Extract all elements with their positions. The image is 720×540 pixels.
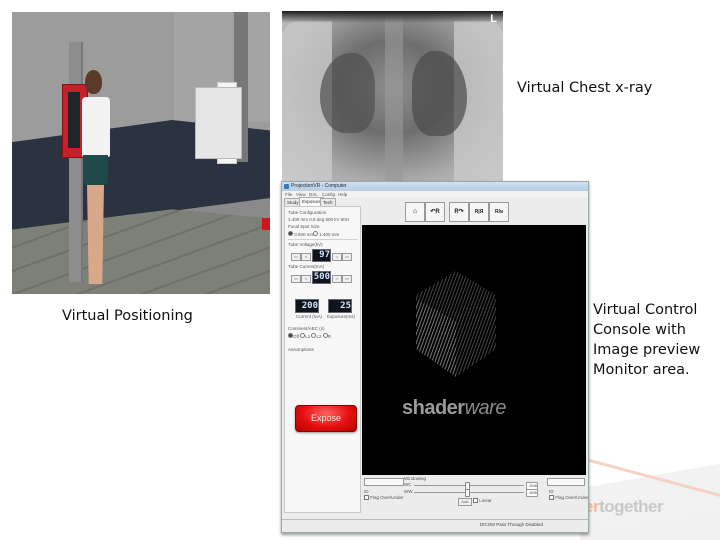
- current-label: Current (mA): [296, 314, 323, 319]
- patient-head: [85, 70, 102, 94]
- tube-config-value: 1.400 mm 0.8 deg 800 kV 80H: [288, 217, 350, 222]
- ma-decrease-button[interactable]: <: [301, 275, 311, 283]
- focal-spot-label: Focal Spot Size: [288, 224, 320, 229]
- checkbox[interactable]: [473, 498, 478, 504]
- windowing-label: Windowing: [404, 476, 427, 481]
- dicom-status-text: DICOM Pass Through Disabled: [480, 522, 543, 527]
- logo-light-part: ware: [464, 397, 507, 419]
- tube-current-display: 500: [312, 271, 331, 284]
- home-view-button[interactable]: ⌂: [405, 202, 425, 222]
- shaderware-cube-logo: [416, 271, 496, 377]
- aec-label: Comment/AEC (s): [288, 326, 325, 331]
- aec-option-label: L1: [305, 334, 311, 339]
- rotate-left-icon: ↶R: [430, 209, 440, 215]
- exposure-panel: Tube Configuration 1.400 mm 0.8 deg 800 …: [284, 206, 361, 513]
- aec-options: Off L1 L2 R: [288, 333, 331, 339]
- window-titlebar[interactable]: ProjectionVR - Computer: [282, 182, 588, 191]
- kv-increase-button[interactable]: >: [332, 253, 342, 261]
- aec-option-label: Off: [293, 334, 299, 339]
- assumptions-label: Assumptions: [288, 347, 314, 352]
- kv-decrease-large-button[interactable]: <<: [291, 253, 301, 261]
- aec-option-label: R: [327, 334, 331, 339]
- xray-side-marker: L: [490, 13, 497, 25]
- patient-shorts: [83, 155, 108, 185]
- xray-tube: [195, 87, 242, 159]
- tube-config-label: Tube Configuration: [288, 210, 327, 215]
- patient-legs: [87, 184, 104, 284]
- slide-brand-text: ertogether: [584, 497, 664, 517]
- tube-voltage-label: Tube Voltage(kV): [288, 242, 323, 247]
- flip-vertical-button[interactable]: R/ᴚ: [489, 202, 509, 222]
- focal-spot-option-2[interactable]: 1.400 mm: [313, 231, 339, 237]
- home-icon: ⌂: [412, 208, 418, 215]
- menu-help[interactable]: Help: [338, 192, 347, 197]
- rotate-left-button[interactable]: ↶R: [425, 202, 445, 222]
- detector-panel: [68, 92, 80, 148]
- rotate-right-button[interactable]: R↷: [449, 202, 469, 222]
- virtual-positioning-scene: [12, 12, 270, 294]
- ww-value-input[interactable]: 4096: [526, 489, 538, 497]
- left-flag-checkbox[interactable]: Flag Over/Under: [364, 495, 404, 501]
- tab-tech-data[interactable]: Tech Data: [320, 198, 336, 212]
- detector-stand-pole: [69, 42, 83, 282]
- caption-console: Virtual Control Console with Image previ…: [593, 302, 701, 378]
- status-bar: DICOM Pass Through Disabled: [282, 519, 588, 530]
- rotate-right-icon: R↷: [454, 209, 464, 215]
- focal-spot-option-label: 1.400 mm: [319, 232, 340, 237]
- window-title: ProjectionVR - Computer: [291, 183, 347, 189]
- right-image-dropdown[interactable]: [547, 478, 585, 486]
- focal-spot-option-1[interactable]: 0.600 mm: [288, 231, 314, 237]
- shaderware-logo-text: shaderware: [402, 397, 506, 420]
- wc-label: WC: [404, 482, 412, 487]
- menu-file[interactable]: File: [285, 192, 292, 197]
- checkbox[interactable]: [549, 495, 554, 501]
- exposure-time-label: Exposure(ms): [327, 314, 356, 319]
- ma-increase-button[interactable]: >: [332, 275, 342, 283]
- radio-unselected[interactable]: [313, 231, 318, 236]
- app-icon: [284, 184, 289, 189]
- radio-selected[interactable]: [288, 231, 293, 236]
- expose-button[interactable]: Expose: [295, 405, 357, 432]
- windowing-controls: ID Flag Over/Under Windowing WC WW 2048 …: [362, 475, 589, 517]
- left-image-dropdown[interactable]: [364, 478, 404, 486]
- kv-decrease-button[interactable]: <: [301, 253, 311, 261]
- checkbox-label: Linear: [479, 498, 492, 503]
- patient-torso: [82, 97, 110, 157]
- flip-vertical-icon: R/ᴚ: [495, 209, 503, 215]
- linear-checkbox[interactable]: Linear: [473, 498, 492, 504]
- brand-rest-text: together: [599, 497, 664, 516]
- aec-option-label: L2: [316, 334, 322, 339]
- right-flag-checkbox[interactable]: Flag Over/Under: [549, 495, 589, 501]
- right-id-label: ID: [549, 489, 554, 494]
- xray-spine: [385, 11, 403, 181]
- tube-voltage-display: 97: [312, 249, 331, 262]
- tube-current-label: Tube Current(mA): [288, 264, 325, 269]
- image-preview-monitor: shaderware: [362, 225, 586, 475]
- flip-horizontal-icon: R|Я: [474, 209, 484, 215]
- checkbox[interactable]: [364, 495, 369, 501]
- ma-increase-large-button[interactable]: >>: [342, 275, 352, 283]
- ww-slider-thumb[interactable]: [465, 489, 470, 497]
- xray-lung-left: [320, 53, 375, 133]
- left-id-label: ID: [364, 489, 369, 494]
- menu-bar: File View DXL Config Help: [282, 191, 588, 198]
- auto-button[interactable]: Auto: [458, 498, 472, 506]
- checkbox-label: Flag Over/Under: [370, 495, 404, 500]
- current-display: 200: [295, 299, 319, 313]
- chest-xray-image: L: [282, 11, 503, 181]
- ww-label: WW: [404, 489, 413, 494]
- checkbox-label: Flag Over/Under: [555, 495, 589, 500]
- caption-chest-xray: Virtual Chest x-ray: [517, 80, 653, 96]
- xray-top-edge: [282, 11, 503, 23]
- divider: [288, 239, 358, 240]
- scene-red-object: [262, 218, 270, 230]
- caption-positioning: Virtual Positioning: [62, 308, 193, 324]
- flip-horizontal-button[interactable]: R|Я: [469, 202, 489, 222]
- exposure-time-display: 25: [328, 299, 352, 313]
- focal-spot-option-label: 0.600 mm: [294, 232, 315, 237]
- kv-increase-large-button[interactable]: >>: [342, 253, 352, 261]
- ma-decrease-large-button[interactable]: <<: [291, 275, 301, 283]
- control-console-window: ProjectionVR - Computer File View DXL Co…: [281, 181, 589, 533]
- logo-bold-part: shader: [402, 397, 465, 419]
